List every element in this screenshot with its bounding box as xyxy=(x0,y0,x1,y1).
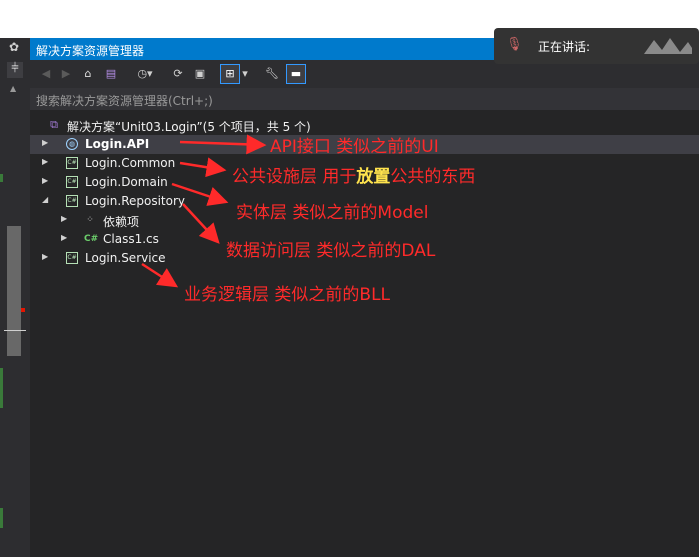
brand-logo-icon xyxy=(644,38,692,54)
gear-icon[interactable]: ✿ xyxy=(9,40,19,54)
search-placeholder: 搜索解决方案资源管理器(Ctrl+;) xyxy=(36,94,213,108)
csharp-project-icon: C# xyxy=(66,195,78,207)
change-marker xyxy=(0,368,3,408)
divider xyxy=(4,330,26,331)
solution-icon: ⧉ xyxy=(50,118,58,131)
tree-item-label: Login.Domain xyxy=(85,175,168,189)
notification-text: 正在讲话: xyxy=(538,40,591,54)
expand-arrow-icon[interactable]: ▶ xyxy=(42,138,48,147)
error-marker xyxy=(21,308,25,312)
change-marker xyxy=(0,508,3,528)
properties-wrench-icon[interactable]: 🔧︎ xyxy=(264,66,280,82)
show-all-files-icon[interactable]: ⊞ xyxy=(220,64,240,84)
tree-item-label: 依赖项 xyxy=(103,215,140,229)
collapse-all-icon[interactable]: ▣ xyxy=(192,66,208,82)
tree-item-label: Login.Repository xyxy=(85,194,185,208)
annotation-common-highlight: 放置 xyxy=(356,167,391,187)
search-box[interactable]: 搜索解决方案资源管理器(Ctrl+;) xyxy=(30,88,699,110)
change-marker xyxy=(0,174,3,182)
tree-item-label: Login.Common xyxy=(85,156,176,170)
collapse-arrow-icon[interactable]: ◢ xyxy=(42,195,48,204)
expand-arrow-icon[interactable]: ▶ xyxy=(42,252,48,261)
web-project-icon: ◍ xyxy=(66,138,78,150)
mic-muted-icon[interactable]: 🎙︎ xyxy=(506,37,523,52)
expand-arrow-icon[interactable]: ▶ xyxy=(61,233,67,242)
scroll-up-icon[interactable]: ▲ xyxy=(10,84,16,93)
expand-arrow-icon[interactable]: ▶ xyxy=(42,176,48,185)
voice-chat-notification: 🎙︎ 正在讲话: xyxy=(494,28,699,64)
panel-toolbar: ◀ ▶ ⌂ ▤ ◷▾ ⟳ ▣ ⊞ ▾ 🔧︎ ▬ xyxy=(30,60,699,88)
preview-selected-icon[interactable]: ▬ xyxy=(286,64,306,84)
switch-views-icon[interactable]: ▤ xyxy=(102,66,120,82)
pending-changes-filter-icon[interactable]: ◷▾ xyxy=(134,66,156,82)
tree-item-label: Login.Service xyxy=(85,251,166,265)
pin-icon[interactable]: ⫩ xyxy=(7,62,23,78)
dependencies-icon: ⁘ xyxy=(86,215,94,225)
editor-scrollbar-thumb[interactable] xyxy=(7,226,21,356)
tree-item-label: Login.API xyxy=(85,137,150,151)
csharp-project-icon: C# xyxy=(66,252,78,264)
home-icon[interactable]: ⌂ xyxy=(80,66,96,82)
csharp-project-icon: C# xyxy=(66,176,78,188)
annotation-common-pre: 公共设施层 用于 xyxy=(232,167,357,187)
csharp-file-icon: C# xyxy=(84,234,99,244)
csharp-project-icon: C# xyxy=(66,157,78,169)
annotation-common: 公共设施层 用于放置公共的东西 xyxy=(232,162,475,187)
annotation-repository: 数据访问层 类似之前的DAL xyxy=(226,241,436,261)
back-icon[interactable]: ◀ xyxy=(38,66,54,82)
annotation-domain: 实体层 类似之前的Model xyxy=(236,203,429,223)
chevron-down-icon[interactable]: ▾ xyxy=(240,66,250,82)
panel-title: 解决方案资源管理器 xyxy=(36,44,145,58)
expand-arrow-icon[interactable]: ▶ xyxy=(42,157,48,166)
annotation-common-post: 公共的东西 xyxy=(390,167,476,187)
annotation-api: API接口 类似之前的UI xyxy=(270,137,439,157)
tree-item-label: Class1.cs xyxy=(103,232,159,246)
annotation-service: 业务逻辑层 类似之前的BLL xyxy=(184,285,391,305)
left-tool-strip: ✿ ⫩ ▲ xyxy=(0,38,30,557)
sync-icon[interactable]: ⟳ xyxy=(170,66,186,82)
forward-icon[interactable]: ▶ xyxy=(58,66,74,82)
expand-arrow-icon[interactable]: ▶ xyxy=(61,214,67,223)
